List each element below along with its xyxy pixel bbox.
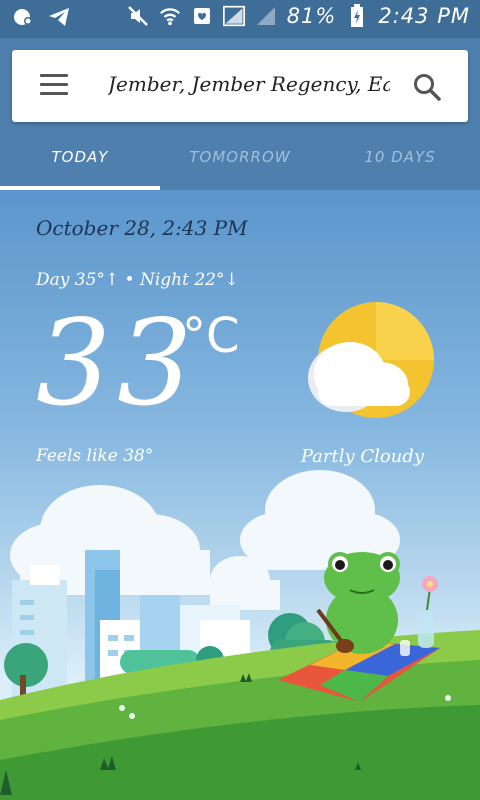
battery-icon <box>346 4 368 27</box>
signal-icon <box>255 5 277 27</box>
notification-icon <box>12 6 34 28</box>
mute-icon <box>127 5 149 27</box>
temperature-unit: °C <box>182 308 240 364</box>
current-temperature: 33 <box>36 294 199 432</box>
tab-bar: TODAY TOMORROW 10 DAYS <box>0 136 480 190</box>
wifi-icon <box>159 5 181 27</box>
clock: 2:43 PM <box>378 4 470 28</box>
tab-10-days[interactable]: 10 DAYS <box>320 136 480 190</box>
weather-illustration <box>0 470 480 800</box>
search-bar[interactable]: Jember, Jember Regency, East Java <box>12 50 468 122</box>
weather-condition: Partly Cloudy <box>300 446 424 467</box>
location-input[interactable]: Jember, Jember Regency, East Java <box>108 72 390 102</box>
mail-icon <box>191 5 213 27</box>
status-bar: 81% 2:43 PM <box>0 0 480 38</box>
date-time: October 28, 2:43 PM <box>36 216 248 240</box>
telegram-icon <box>48 6 70 28</box>
menu-icon[interactable] <box>40 74 68 96</box>
tab-tomorrow[interactable]: TOMORROW <box>160 136 320 190</box>
day-night-temps: Day 35°↑ • Night 22°↓ <box>36 270 239 290</box>
signal-box-icon <box>222 5 245 27</box>
weather-panel: October 28, 2:43 PM Day 35°↑ • Night 22°… <box>0 190 480 800</box>
battery-percent: 81% <box>286 4 337 28</box>
search-icon[interactable] <box>412 72 442 102</box>
partly-cloudy-icon <box>302 298 442 424</box>
feels-like: Feels like 38° <box>36 446 154 466</box>
tab-today[interactable]: TODAY <box>0 136 160 190</box>
